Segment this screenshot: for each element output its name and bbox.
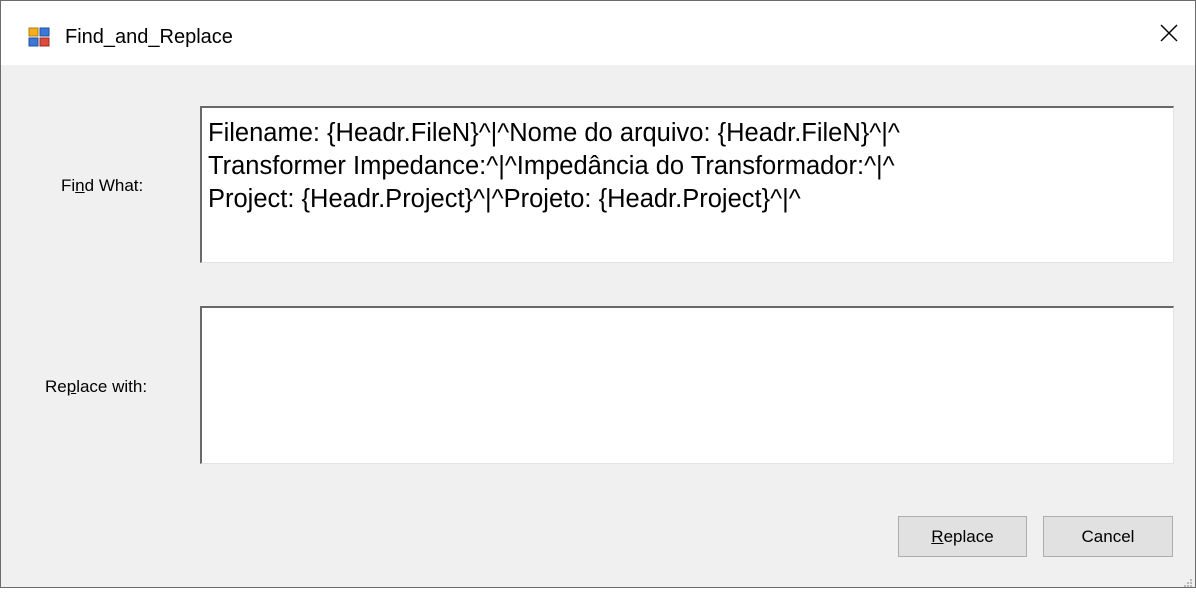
replace-with-input[interactable] <box>202 308 1173 463</box>
replace-with-label: Replace with: <box>45 377 147 397</box>
title-bar[interactable]: Find_and_Replace <box>1 1 1195 65</box>
replace-button[interactable]: Replace <box>898 516 1027 557</box>
find-what-label-part: Fi <box>61 176 76 195</box>
find-what-label-part: d What: <box>84 176 144 195</box>
replace-button-label: eplace <box>943 526 994 546</box>
form-window-icon <box>28 27 50 47</box>
find-what-accelerator: n <box>75 176 85 195</box>
replace-with-label-part: Re <box>45 377 67 396</box>
close-icon <box>1159 23 1179 48</box>
find-and-replace-window: Find_and_Replace Find What: Replace with… <box>0 0 1196 588</box>
close-button[interactable] <box>1147 15 1191 55</box>
replace-with-label-part: lace with: <box>76 377 148 396</box>
cancel-button[interactable]: Cancel <box>1043 516 1173 557</box>
replace-with-textbox[interactable] <box>200 306 1174 464</box>
window-title: Find_and_Replace <box>65 26 233 48</box>
find-what-textbox[interactable] <box>200 106 1174 263</box>
replace-with-accelerator: p <box>66 377 77 396</box>
find-what-input[interactable] <box>202 108 1173 262</box>
cancel-button-label: Cancel <box>1081 526 1135 546</box>
replace-button-accelerator: R <box>931 526 944 546</box>
resize-grip-icon[interactable] <box>1183 575 1193 587</box>
find-what-label: Find What: <box>61 176 143 196</box>
